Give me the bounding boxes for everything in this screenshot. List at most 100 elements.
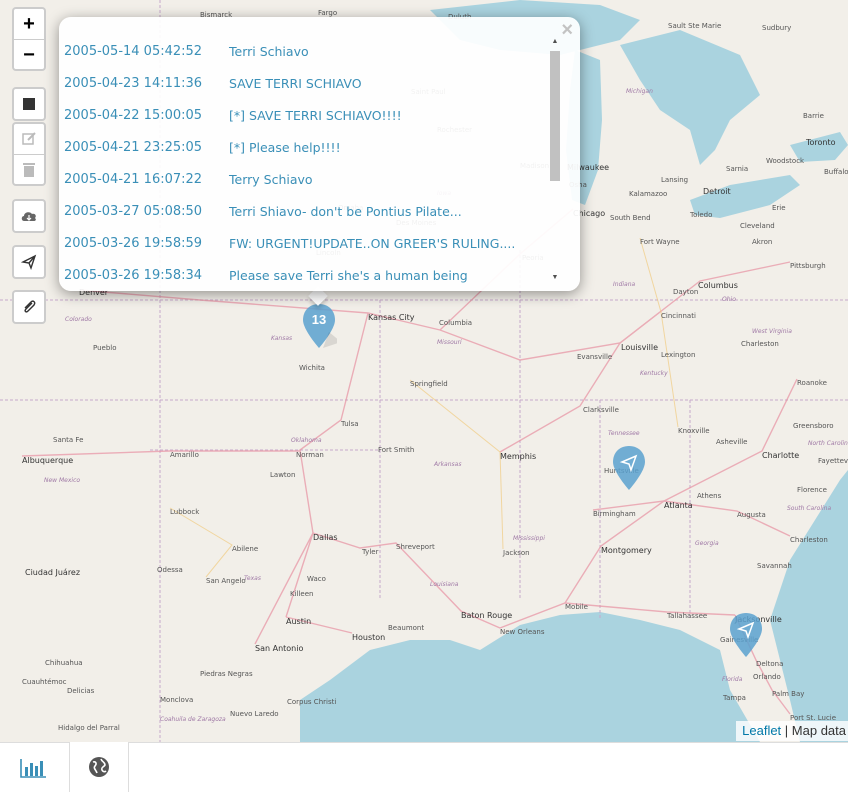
place-label: Tyler xyxy=(362,548,379,556)
email-date: 2005-03-26 19:58:59 xyxy=(64,235,203,251)
place-label: Cleveland xyxy=(740,222,775,230)
send-button[interactable] xyxy=(14,247,44,277)
place-label: Sault Ste Marie xyxy=(668,22,722,30)
cloud-download-icon xyxy=(21,212,36,221)
popup-scrollbar[interactable]: ▲ ▼ xyxy=(548,37,562,283)
email-date: 2005-05-14 05:42:52 xyxy=(64,43,203,59)
email-row[interactable]: 2005-04-21 16:07:22 Terry Schiavo xyxy=(59,163,549,195)
cluster-marker[interactable]: 13 xyxy=(301,302,341,350)
place-label: Memphis xyxy=(500,452,537,461)
place-label: Amarillo xyxy=(170,451,199,459)
place-label: Toledo xyxy=(690,211,713,219)
place-label: Pueblo xyxy=(93,344,117,352)
place-label: Oklahoma xyxy=(291,437,322,444)
place-label: Houston xyxy=(352,633,386,642)
scroll-up-icon[interactable]: ▲ xyxy=(550,37,560,47)
email-subject-link[interactable]: Terri Schiavo xyxy=(229,44,309,59)
email-row[interactable]: 2005-04-22 15:00:05 [*] SAVE TERRI SCHIAV… xyxy=(59,99,549,131)
edit-layers-button[interactable] xyxy=(14,124,44,154)
scroll-down-icon[interactable]: ▼ xyxy=(550,273,560,283)
place-label: Sudbury xyxy=(762,24,792,32)
place-label: Birmingham xyxy=(593,510,636,518)
globe-icon xyxy=(89,757,109,777)
place-label: San Antonio xyxy=(255,644,304,653)
email-row[interactable]: 2005-03-26 19:58:59 FW: URGENT!UPDATE..ON… xyxy=(59,227,549,259)
place-label: Mississippi xyxy=(513,535,545,542)
leaflet-link[interactable]: Leaflet xyxy=(742,723,781,738)
place-label: Pittsburgh xyxy=(790,262,826,270)
place-label: Indiana xyxy=(613,281,636,288)
place-label: Dallas xyxy=(313,533,338,542)
tab-charts[interactable] xyxy=(3,743,63,792)
zoom-out-button[interactable]: − xyxy=(14,39,44,69)
place-label: Kentucky xyxy=(640,370,668,377)
email-subject-link[interactable]: Terry Schiavo xyxy=(229,172,313,187)
place-label: San Angelo xyxy=(206,577,246,585)
place-label: Lexington xyxy=(661,351,696,359)
place-label: Corpus Christi xyxy=(287,698,337,706)
draw-rectangle-button[interactable] xyxy=(14,89,44,119)
trash-icon xyxy=(23,162,35,177)
place-label: Kansas City xyxy=(368,313,415,322)
email-subject-link[interactable]: Terri Shiavo- don't be Pontius Pilate... xyxy=(229,204,462,219)
download-toolbar xyxy=(12,199,46,233)
place-label: Tulsa xyxy=(341,420,359,428)
lake-huron xyxy=(620,30,760,165)
place-label: Fort Smith xyxy=(378,446,415,454)
email-row[interactable]: 2005-03-26 19:58:34 Please save Terri she… xyxy=(59,259,549,291)
tab-map[interactable] xyxy=(69,742,129,792)
email-subject-link[interactable]: Please save Terri she's a human being xyxy=(229,268,468,283)
place-label: Tennessee xyxy=(608,430,640,437)
place-label: Charleston xyxy=(790,536,828,544)
place-label: Santa Fe xyxy=(53,436,84,444)
email-date: 2005-03-26 19:58:34 xyxy=(64,267,203,283)
email-subject-link[interactable]: FW: URGENT!UPDATE..ON GREER'S RULING.... xyxy=(229,236,515,251)
place-label: Evansville xyxy=(577,353,613,361)
place-label: Wichita xyxy=(299,364,325,372)
email-marker[interactable] xyxy=(611,444,647,492)
place-label: Albuquerque xyxy=(22,456,74,465)
place-label: Waco xyxy=(307,575,326,583)
email-row[interactable]: 2005-03-27 05:08:50 Terri Shiavo- don't b… xyxy=(59,195,549,227)
place-label: Mobile xyxy=(565,603,588,611)
zoom-in-button[interactable]: + xyxy=(14,9,44,39)
place-label: Piedras Negras xyxy=(200,670,253,678)
paper-plane-icon xyxy=(21,254,37,270)
place-label: Woodstock xyxy=(766,157,805,165)
square-icon xyxy=(23,98,35,110)
place-label: Tampa xyxy=(723,694,746,702)
place-label: Fayetteville xyxy=(818,457,848,465)
scroll-thumb[interactable] xyxy=(550,51,560,181)
email-date: 2005-04-23 14:11:36 xyxy=(64,75,203,91)
bottom-tabs xyxy=(0,742,848,792)
email-date: 2005-03-27 05:08:50 xyxy=(64,203,203,219)
map-view[interactable]: BismarckFargoDuluthSault Ste MarieSudbur… xyxy=(0,0,848,742)
close-icon[interactable]: × xyxy=(561,19,573,42)
email-row[interactable]: 2005-05-14 05:42:52 Terri Schiavo xyxy=(59,35,549,67)
place-label: Greensboro xyxy=(793,422,834,430)
place-label: North Carolina xyxy=(808,440,848,447)
email-subject-link[interactable]: [*] SAVE TERRI SCHIAVO!!!! xyxy=(229,108,402,123)
attachment-button[interactable] xyxy=(14,292,44,322)
email-row[interactable]: 2005-04-23 14:11:36 SAVE TERRI SCHIAVO xyxy=(59,67,549,99)
email-subject-link[interactable]: SAVE TERRI SCHIAVO xyxy=(229,76,362,91)
place-label: Colorado xyxy=(65,316,92,323)
bar-chart-icon xyxy=(20,758,46,778)
place-label: Sarnia xyxy=(726,165,749,173)
email-row[interactable]: 2005-04-21 23:25:05 [*] Please help!!!! xyxy=(59,131,549,163)
edit-toolbar xyxy=(12,122,46,186)
place-label: Knoxville xyxy=(678,427,710,435)
email-marker[interactable] xyxy=(728,611,764,659)
delete-layers-button[interactable] xyxy=(14,154,44,184)
place-label: Shreveport xyxy=(396,543,435,551)
email-subject-link[interactable]: [*] Please help!!!! xyxy=(229,140,341,155)
place-label: Atlanta xyxy=(664,501,693,510)
place-label: Beaumont xyxy=(388,624,425,632)
place-label: Hidalgo del Parral xyxy=(58,724,120,732)
paperclip-icon xyxy=(24,300,36,313)
place-label: Barrie xyxy=(803,112,824,120)
place-label: Jackson xyxy=(503,549,530,557)
download-button[interactable] xyxy=(14,201,44,231)
place-label: Chihuahua xyxy=(45,659,83,667)
place-label: Springfield xyxy=(410,380,448,388)
